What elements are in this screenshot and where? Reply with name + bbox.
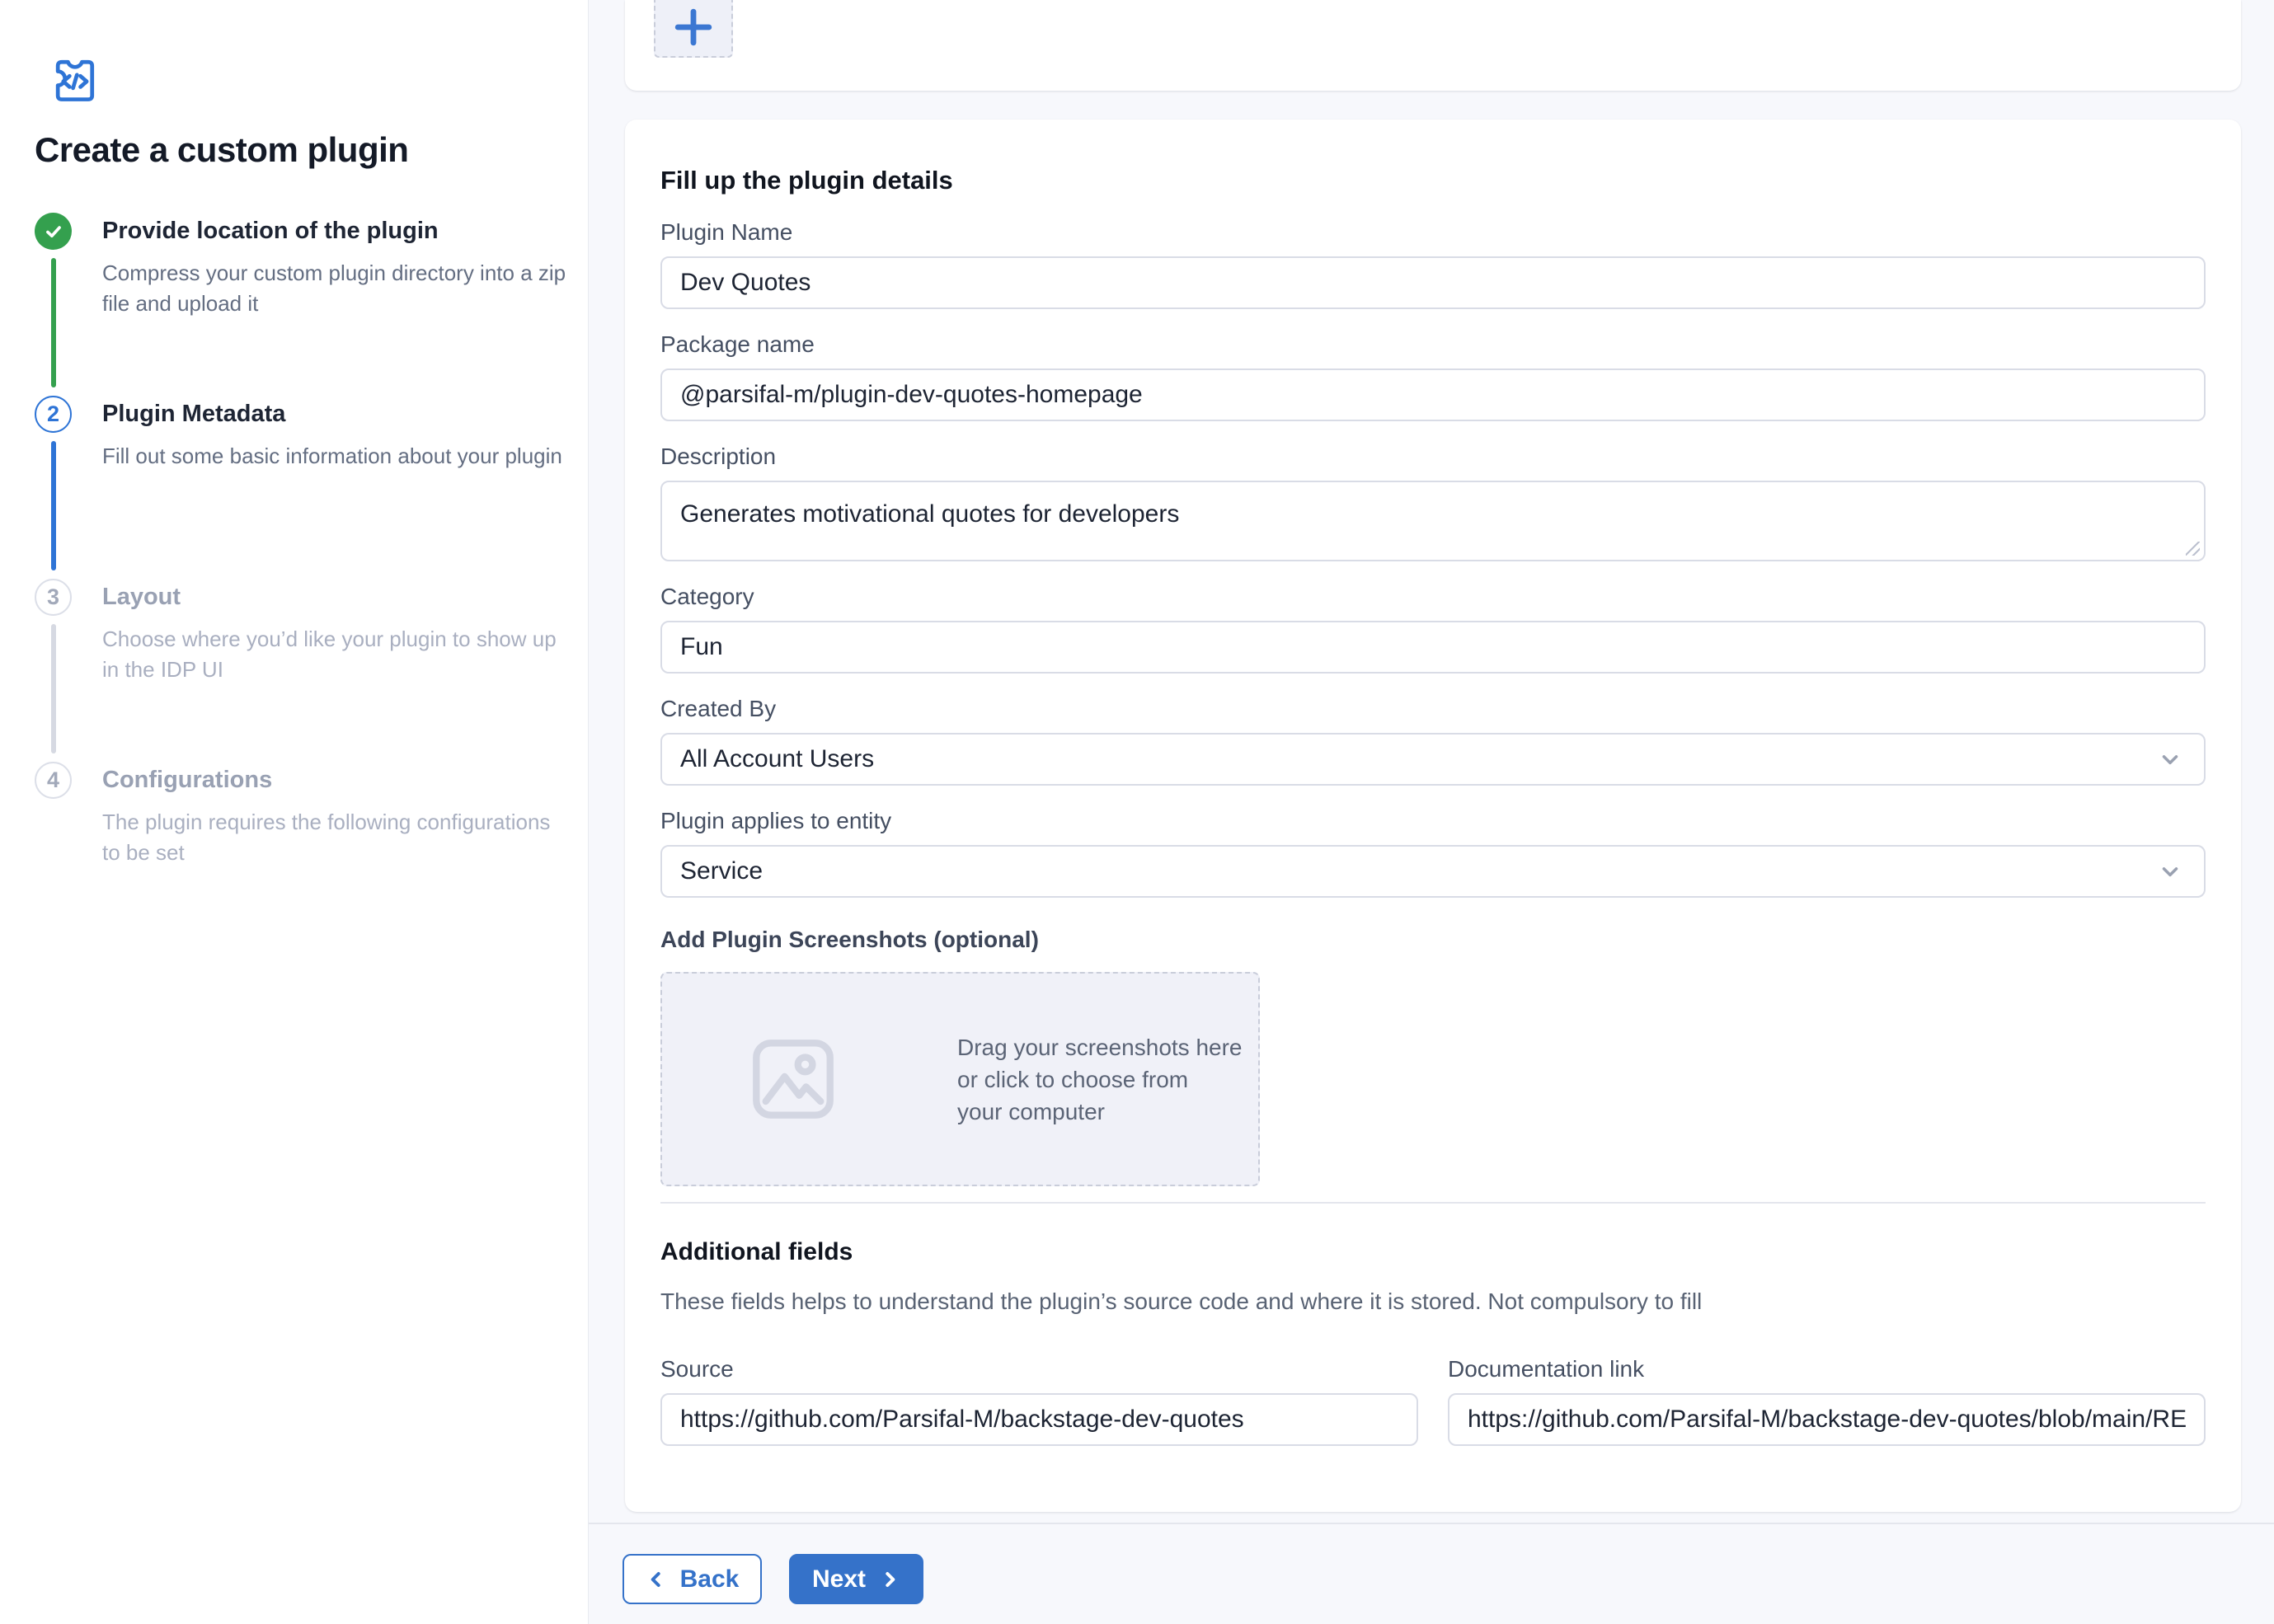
description-textarea[interactable]: Generates motivational quotes for develo… (660, 481, 2206, 561)
dropzone-line: or click to choose from (957, 1063, 1243, 1096)
screenshots-field: Add Plugin Screenshots (optional) Drag y… (660, 926, 2206, 1186)
created-by-label: Created By (660, 695, 2206, 723)
package-name-input[interactable] (660, 368, 2206, 421)
step-number-badge: 2 (35, 396, 72, 433)
uploaded-plugin-strip (625, 0, 2241, 91)
chevron-down-icon (2158, 859, 2182, 884)
additional-fields-row: Source Documentation link (660, 1355, 2206, 1446)
source-input[interactable] (660, 1393, 1418, 1446)
step-description: Fill out some basic information about yo… (102, 441, 568, 472)
step-title: Plugin Metadata (102, 396, 571, 433)
wizard-sidebar: Create a custom plugin Provide location … (0, 0, 589, 1624)
step-layout[interactable]: 3 Layout Choose where you’d like your pl… (35, 579, 571, 762)
additional-fields-helper: These fields helps to understand the plu… (660, 1288, 2206, 1316)
screenshots-label: Add Plugin Screenshots (optional) (660, 926, 2206, 954)
additional-fields-heading: Additional fields (660, 1237, 2206, 1268)
step-description: Choose where you’d like your plugin to s… (102, 624, 568, 685)
next-button[interactable]: Next (789, 1554, 923, 1604)
documentation-link-input[interactable] (1448, 1393, 2206, 1446)
step-title: Configurations (102, 762, 571, 799)
step-text: Layout Choose where you’d like your plug… (102, 579, 571, 685)
documentation-link-label: Documentation link (1448, 1355, 2206, 1383)
step-title: Provide location of the plugin (102, 213, 571, 250)
dropzone-line: Drag your screenshots here (957, 1031, 1243, 1063)
screenshot-dropzone[interactable]: Drag your screenshots here or click to c… (660, 972, 1260, 1186)
wizard-footer: Back Next (589, 1523, 2274, 1624)
entity-label: Plugin applies to entity (660, 807, 2206, 835)
step-text: Configurations The plugin requires the f… (102, 762, 571, 868)
step-title: Layout (102, 579, 571, 616)
plugin-name-input[interactable] (660, 256, 2206, 309)
step-configurations[interactable]: 4 Configurations The plugin requires the… (35, 762, 571, 868)
category-input[interactable] (660, 621, 2206, 674)
package-name-label: Package name (660, 331, 2206, 359)
category-field: Category (660, 583, 2206, 674)
entity-select[interactable]: Service (660, 845, 2206, 898)
created-by-field: Created By All Account Users (660, 695, 2206, 786)
check-icon (35, 213, 72, 250)
step-number-badge: 3 (35, 579, 72, 616)
form-heading: Fill up the plugin details (660, 164, 2206, 197)
add-plugin-tile-button[interactable] (654, 0, 733, 58)
plugin-name-label: Plugin Name (660, 218, 2206, 246)
chevron-down-icon (2158, 747, 2182, 772)
back-button-label: Back (680, 1565, 740, 1593)
step-provide-location[interactable]: Provide location of the plugin Compress … (35, 213, 571, 396)
image-icon (745, 1036, 842, 1122)
created-by-select[interactable]: All Account Users (660, 733, 2206, 786)
wizard-main: Fill up the plugin details Plugin Name P… (589, 0, 2274, 1624)
wizard-stepper: Provide location of the plugin Compress … (35, 213, 571, 868)
entity-value: Service (680, 857, 763, 885)
source-field: Source (660, 1355, 1418, 1446)
resize-grip-icon[interactable] (2186, 542, 2200, 556)
dropzone-text: Drag your screenshots here or click to c… (957, 1031, 1243, 1128)
dropzone-line: your computer (957, 1096, 1243, 1128)
step-text: Provide location of the plugin Compress … (102, 213, 571, 319)
description-field: Description Generates motivational quote… (660, 443, 2206, 561)
step-number-badge: 4 (35, 762, 72, 799)
step-description: The plugin requires the following config… (102, 807, 568, 868)
step-description: Compress your custom plugin directory in… (102, 258, 568, 319)
step-text: Plugin Metadata Fill out some basic info… (102, 396, 571, 472)
chevron-left-icon (646, 1569, 667, 1590)
plugin-details-card: Fill up the plugin details Plugin Name P… (625, 120, 2241, 1512)
page-title: Create a custom plugin (35, 129, 571, 171)
next-button-label: Next (812, 1565, 866, 1593)
section-divider (660, 1202, 2206, 1204)
documentation-link-field: Documentation link (1448, 1355, 2206, 1446)
chevron-right-icon (879, 1569, 900, 1590)
source-label: Source (660, 1355, 1418, 1383)
entity-field: Plugin applies to entity Service (660, 807, 2206, 898)
created-by-value: All Account Users (680, 745, 874, 773)
plugin-code-icon (46, 51, 102, 107)
create-plugin-wizard: Create a custom plugin Provide location … (0, 0, 2274, 1624)
step-plugin-metadata[interactable]: 2 Plugin Metadata Fill out some basic in… (35, 396, 571, 579)
plus-icon (674, 8, 712, 46)
plugin-name-field: Plugin Name (660, 218, 2206, 309)
back-button[interactable]: Back (623, 1554, 762, 1604)
description-label: Description (660, 443, 2206, 471)
package-name-field: Package name (660, 331, 2206, 421)
category-label: Category (660, 583, 2206, 611)
